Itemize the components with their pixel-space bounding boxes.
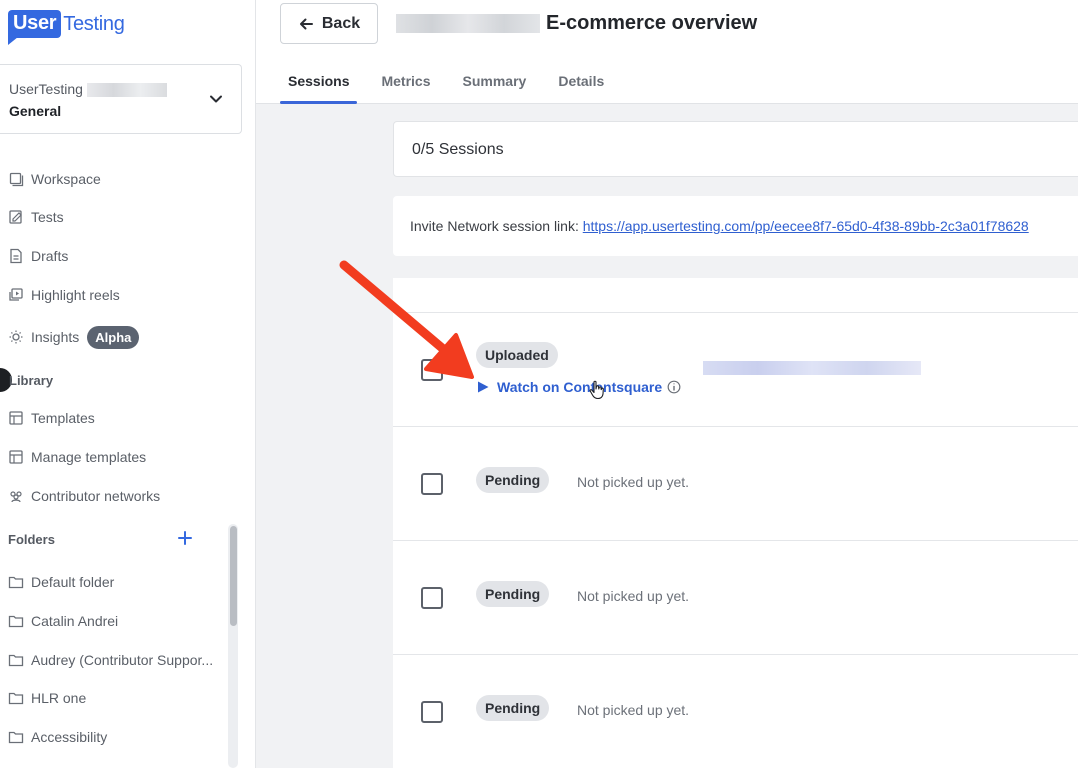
session-row: Uploaded Watch on Contentsquare bbox=[393, 312, 1078, 426]
folders-section-label: Folders bbox=[8, 532, 55, 547]
status-badge: Pending bbox=[476, 695, 550, 721]
templates-icon bbox=[9, 411, 23, 425]
nav-contributor-networks[interactable]: Contributor networks bbox=[8, 484, 160, 508]
workspace-name: General bbox=[9, 103, 62, 119]
nav-manage-templates[interactable]: Manage templates bbox=[8, 445, 146, 469]
alpha-badge: Alpha bbox=[87, 325, 140, 349]
folder-icon bbox=[8, 576, 24, 589]
session-row: Pending Not picked up yet. bbox=[393, 426, 1078, 540]
arrow-left-icon bbox=[299, 18, 313, 29]
library-section-label: Library bbox=[9, 373, 54, 388]
sessions-count: 0/5 Sessions bbox=[412, 141, 504, 158]
highlight-reels-icon bbox=[9, 288, 23, 301]
manage-templates-icon bbox=[9, 450, 23, 464]
redacted-title-prefix bbox=[396, 14, 540, 33]
nav-templates[interactable]: Templates bbox=[8, 406, 95, 430]
nav-drafts[interactable]: Drafts bbox=[8, 244, 68, 268]
page-header: Back E-commerce overview Sessions Metric… bbox=[256, 0, 1078, 104]
folder-item[interactable]: Accessibility bbox=[8, 725, 107, 749]
sessions-list: Uploaded Watch on Contentsquare Pending … bbox=[393, 278, 1078, 768]
sidebar-scrollbar-thumb[interactable] bbox=[230, 526, 237, 626]
page-title: E-commerce overview bbox=[546, 12, 758, 34]
sidebar: User Testing UserTesting General Workspa… bbox=[0, 0, 256, 768]
folder-item[interactable]: Default folder bbox=[8, 570, 114, 594]
session-note: Not picked up yet. bbox=[577, 588, 690, 604]
nav-workspace[interactable]: Workspace bbox=[8, 167, 101, 191]
workspace-selector[interactable]: UserTesting General bbox=[0, 64, 242, 134]
folder-icon bbox=[8, 692, 24, 705]
folder-icon bbox=[8, 731, 24, 744]
folder-icon bbox=[8, 615, 24, 628]
invite-session-link[interactable]: https://app.usertesting.com/pp/eecee8f7-… bbox=[583, 218, 1029, 234]
folder-item[interactable]: Audrey (Contributor Suppor... bbox=[8, 648, 213, 672]
logo-mark: User bbox=[8, 10, 62, 45]
add-folder-plus-icon[interactable] bbox=[176, 529, 194, 547]
session-note: Not picked up yet. bbox=[577, 474, 690, 490]
play-icon bbox=[478, 381, 489, 393]
status-badge: Uploaded bbox=[476, 342, 558, 368]
drafts-icon bbox=[10, 248, 22, 264]
info-icon[interactable] bbox=[667, 380, 681, 394]
status-badge: Pending bbox=[476, 581, 550, 607]
invite-panel: Invite Network session link: https://app… bbox=[393, 196, 1078, 256]
folder-item[interactable]: HLR one bbox=[8, 686, 86, 710]
workspace-org: UserTesting bbox=[9, 81, 167, 98]
workspace-icon bbox=[9, 172, 24, 187]
main-content: 0/5 Sessions Invite Network session link… bbox=[256, 104, 1078, 768]
hand-cursor-icon bbox=[589, 380, 604, 400]
folder-item[interactable]: Catalin Andrei bbox=[8, 609, 118, 633]
tab-summary[interactable]: Summary bbox=[455, 73, 535, 104]
session-checkbox[interactable] bbox=[421, 701, 443, 723]
redacted-participant-name bbox=[703, 361, 921, 375]
session-row: Pending Not picked up yet. bbox=[393, 654, 1078, 768]
nav-highlight-reels[interactable]: Highlight reels bbox=[8, 283, 120, 307]
tab-sessions[interactable]: Sessions bbox=[280, 73, 358, 104]
back-button[interactable]: Back bbox=[280, 3, 378, 44]
session-note: Not picked up yet. bbox=[577, 702, 690, 718]
invite-text: Invite Network session link: https://app… bbox=[410, 218, 1029, 234]
nav-tests[interactable]: Tests bbox=[8, 205, 64, 229]
lightbulb-icon bbox=[9, 330, 23, 344]
watch-on-contentsquare-link[interactable]: Watch on Contentsquare bbox=[476, 379, 688, 395]
session-row: Pending Not picked up yet. bbox=[393, 540, 1078, 654]
tab-bar: Sessions Metrics Summary Details bbox=[280, 73, 628, 104]
tab-details[interactable]: Details bbox=[550, 73, 612, 104]
status-badge: Pending bbox=[476, 467, 550, 493]
logo-wordmark: Testing bbox=[63, 12, 125, 35]
sessions-count-panel: 0/5 Sessions bbox=[393, 121, 1078, 177]
session-checkbox[interactable] bbox=[421, 587, 443, 609]
people-icon bbox=[10, 491, 22, 503]
folder-icon bbox=[8, 654, 24, 667]
chevron-down-icon bbox=[210, 95, 222, 103]
tests-icon bbox=[9, 210, 22, 224]
nav-insights[interactable]: Insights Alpha bbox=[8, 325, 140, 349]
session-checkbox[interactable] bbox=[421, 359, 443, 381]
session-checkbox[interactable] bbox=[421, 473, 443, 495]
redacted-org-suffix bbox=[86, 83, 167, 98]
usertesting-logo[interactable]: User Testing bbox=[8, 6, 125, 45]
tab-metrics[interactable]: Metrics bbox=[373, 73, 438, 104]
